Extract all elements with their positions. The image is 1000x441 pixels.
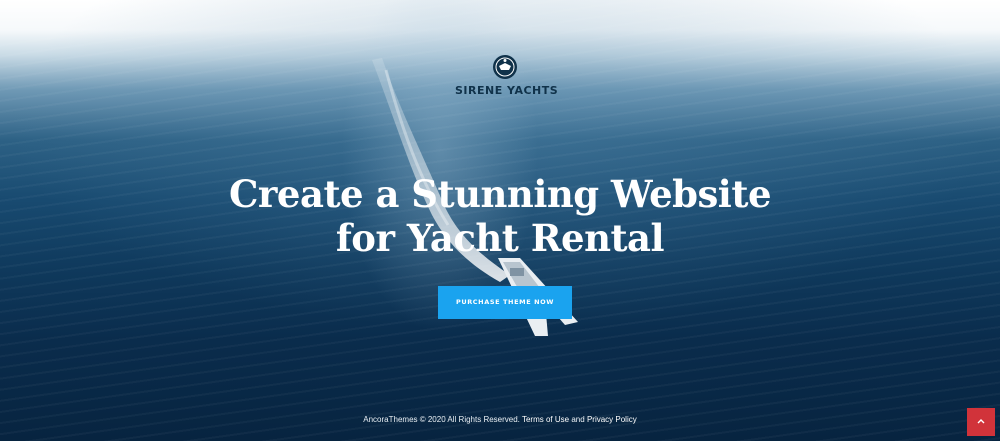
hero-headline: Create a Stunning Website for Yacht Rent…	[200, 172, 800, 260]
anchor-emblem-icon	[493, 55, 517, 79]
purchase-theme-button[interactable]: PURCHASE THEME NOW	[438, 286, 572, 319]
terms-of-use-link[interactable]: Terms of Use	[522, 415, 569, 424]
logo-text: SIRENE YACHTS	[455, 84, 559, 97]
site-logo[interactable]: SIRENE YACHTS	[455, 54, 559, 97]
headline-line-2: for Yacht Rental	[335, 216, 665, 260]
footer-copyright: AncoraThemes © 2020 All Rights Reserved.…	[0, 415, 1000, 424]
headline-line-1: Create a Stunning Website	[228, 172, 772, 216]
scroll-to-top-button[interactable]	[967, 408, 995, 436]
chevron-up-icon	[977, 419, 985, 424]
privacy-policy-link[interactable]: Privacy Policy	[587, 415, 637, 424]
and-text: and	[571, 415, 585, 424]
copyright-text: AncoraThemes © 2020 All Rights Reserved.	[363, 415, 520, 424]
hero-section: SIRENE YACHTS Create a Stunning Website …	[0, 0, 1000, 441]
